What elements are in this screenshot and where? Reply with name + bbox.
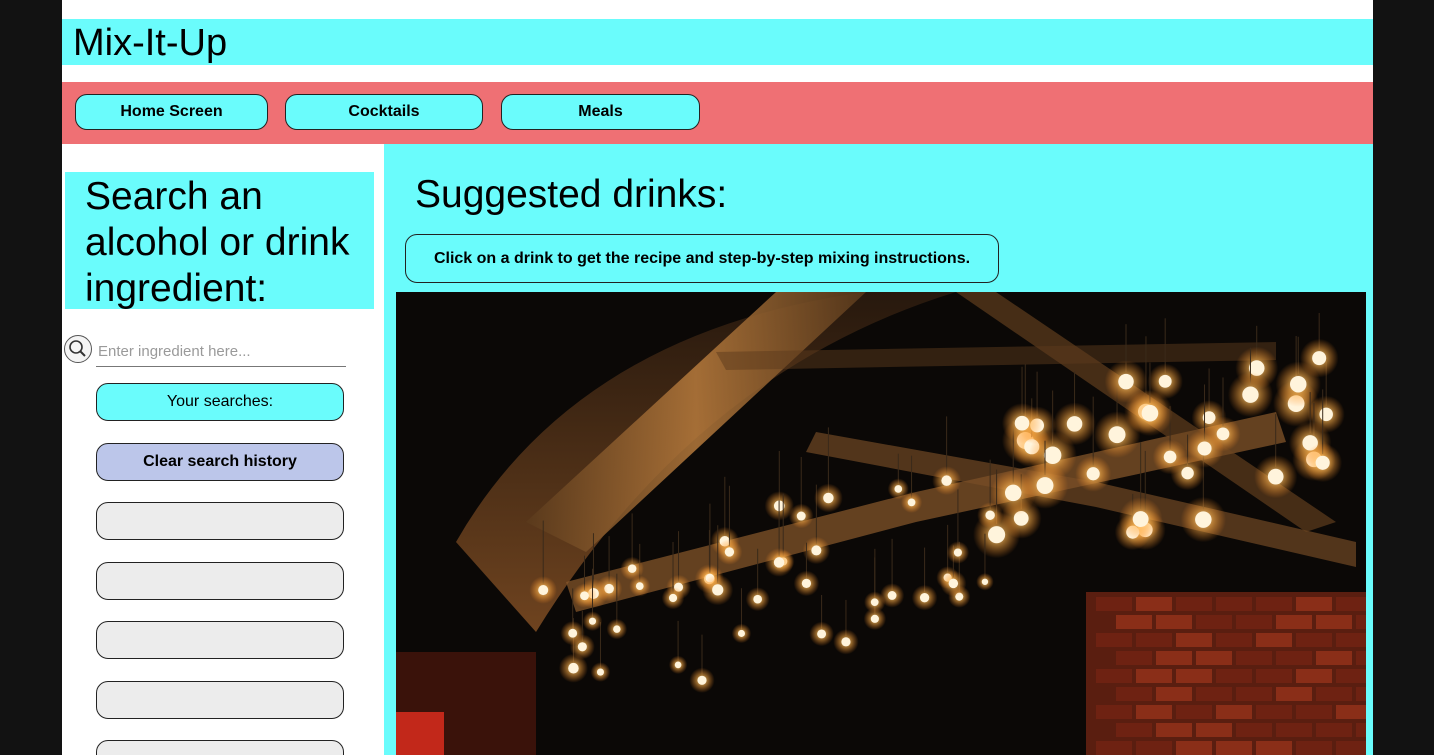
suggested-drinks-panel: Suggested drinks: Click on a drink to ge… — [384, 144, 1373, 755]
search-history-item[interactable] — [96, 562, 344, 600]
search-history-item[interactable] — [96, 681, 344, 719]
clear-search-history-button[interactable]: Clear search history — [96, 443, 344, 481]
app-header: Mix-It-Up — [62, 19, 1373, 65]
cocktails-button[interactable]: Cocktails — [285, 94, 483, 130]
app-title: Mix-It-Up — [73, 22, 228, 64]
app-page: Mix-It-Up Home Screen Cocktails Meals Se… — [62, 0, 1373, 755]
meals-button[interactable]: Meals — [501, 94, 700, 130]
search-heading: Search an alcohol or drink ingredient: — [85, 175, 350, 310]
bar-interior-image — [396, 292, 1366, 755]
search-history-item[interactable] — [96, 621, 344, 659]
suggested-drinks-title: Suggested drinks: — [415, 173, 728, 216]
search-row — [64, 332, 346, 372]
your-searches-button[interactable]: Your searches: — [96, 383, 344, 421]
search-history-item[interactable] — [96, 502, 344, 540]
nav-bar: Home Screen Cocktails Meals — [62, 82, 1373, 144]
search-sidebar: Search an alcohol or drink ingredient: Y… — [62, 144, 384, 755]
search-heading-box: Search an alcohol or drink ingredient: — [65, 172, 374, 310]
home-screen-button[interactable]: Home Screen — [75, 94, 268, 130]
instructions-button[interactable]: Click on a drink to get the recipe and s… — [405, 234, 999, 283]
ingredient-search-input[interactable] — [96, 336, 346, 367]
search-history-item[interactable] — [96, 740, 344, 755]
search-icon[interactable] — [64, 335, 92, 363]
